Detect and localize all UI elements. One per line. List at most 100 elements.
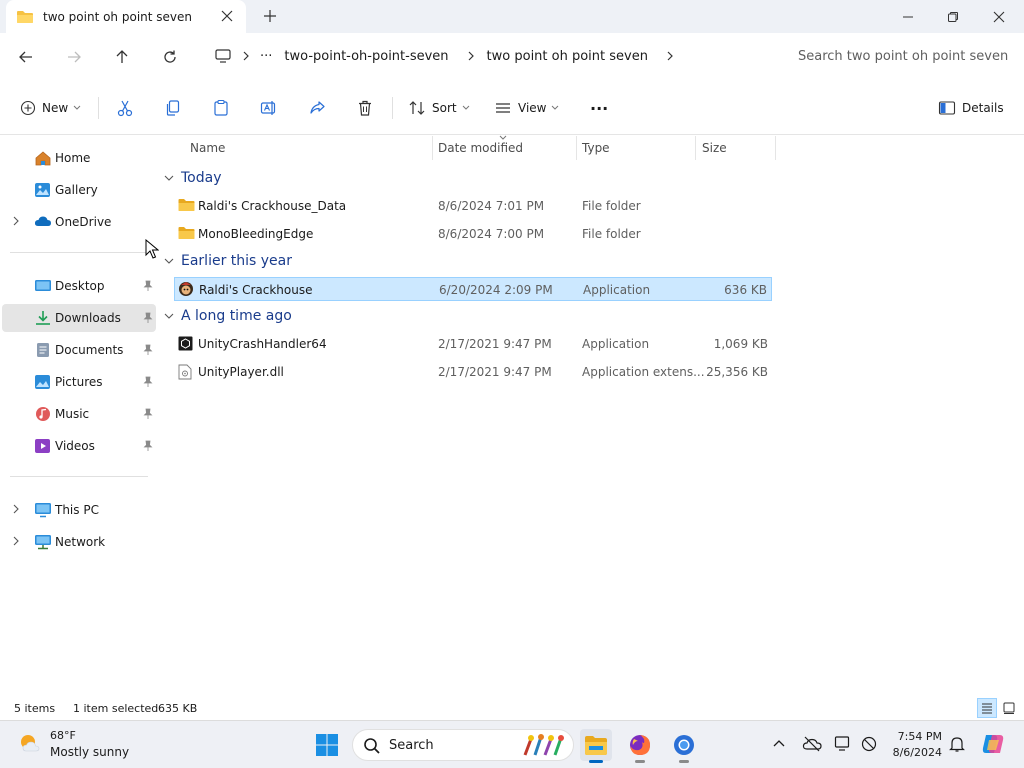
column-divider[interactable] bbox=[432, 136, 433, 160]
pin-icon[interactable] bbox=[143, 344, 153, 356]
item-count: 5 items bbox=[14, 702, 56, 715]
minimize-icon bbox=[903, 16, 913, 18]
file-row[interactable]: UnityPlayer.dll 2/17/2021 9:47 PM Applic… bbox=[174, 360, 772, 384]
close-window-button[interactable] bbox=[976, 6, 1022, 28]
sidebar-item-label: Desktop bbox=[55, 279, 105, 293]
breadcrumb-ellipsis[interactable]: ··· bbox=[260, 49, 272, 64]
close-icon bbox=[993, 11, 1005, 23]
pin-icon[interactable] bbox=[143, 312, 153, 324]
running-indicator bbox=[679, 760, 689, 763]
sidebar-item-videos[interactable]: Videos bbox=[2, 432, 156, 460]
paste-button[interactable] bbox=[212, 95, 230, 121]
sidebar-item-onedrive[interactable]: OneDrive bbox=[2, 208, 156, 236]
monitor-icon[interactable] bbox=[214, 48, 232, 64]
network-status-icon[interactable] bbox=[860, 735, 878, 753]
file-list: Name Date modified Type Size Today Raldi… bbox=[160, 135, 1024, 698]
sidebar-item-this-pc[interactable]: This PC bbox=[2, 496, 156, 524]
windows-logo-icon bbox=[316, 734, 338, 756]
sidebar-item-downloads[interactable]: Downloads bbox=[2, 304, 156, 332]
chevron-right-icon bbox=[243, 51, 249, 61]
group-header-today[interactable]: Today bbox=[164, 166, 222, 190]
breadcrumb[interactable]: ··· two-point-oh-point-seven two point o… bbox=[206, 39, 776, 73]
taskbar-firefox[interactable] bbox=[624, 729, 656, 763]
new-tab-icon[interactable] bbox=[262, 8, 278, 24]
onedrive-offline-icon[interactable] bbox=[802, 735, 822, 753]
arrow-right-icon bbox=[68, 51, 81, 63]
more-options-button[interactable]: ··· bbox=[590, 95, 608, 121]
column-divider[interactable] bbox=[576, 136, 577, 160]
maximize-button[interactable] bbox=[930, 6, 976, 28]
display-icon[interactable] bbox=[834, 735, 852, 753]
column-header-size[interactable]: Size bbox=[702, 136, 727, 160]
new-button[interactable]: New bbox=[20, 95, 81, 121]
file-row[interactable]: UnityCrashHandler64 2/17/2021 9:47 PM Ap… bbox=[174, 332, 772, 356]
sidebar-item-desktop[interactable]: Desktop bbox=[2, 272, 156, 300]
taskbar-file-explorer[interactable] bbox=[580, 729, 612, 763]
sort-button[interactable]: Sort bbox=[408, 95, 470, 121]
group-header-earlier-this-year[interactable]: Earlier this year bbox=[164, 249, 292, 273]
search-input[interactable] bbox=[798, 48, 1018, 64]
copilot-icon[interactable] bbox=[980, 731, 1006, 757]
folder-icon bbox=[178, 227, 195, 239]
address-bar: ··· two-point-oh-point-seven two point o… bbox=[0, 33, 1024, 80]
chevron-right-icon[interactable] bbox=[12, 536, 20, 546]
chevron-up-icon[interactable] bbox=[772, 738, 786, 748]
taskbar-chrome[interactable] bbox=[668, 729, 700, 763]
share-button[interactable] bbox=[308, 95, 326, 121]
file-type: File folder bbox=[582, 199, 641, 213]
details-view-button[interactable] bbox=[977, 698, 997, 718]
pin-icon[interactable] bbox=[143, 376, 153, 388]
back-button[interactable] bbox=[14, 45, 38, 69]
file-row[interactable]: Raldi's Crackhouse_Data 8/6/2024 7:01 PM… bbox=[174, 194, 772, 218]
tab-current[interactable]: two point oh point seven bbox=[6, 0, 246, 33]
scissors-icon bbox=[117, 100, 133, 117]
tiles-view-button[interactable] bbox=[999, 698, 1019, 718]
sidebar-item-pictures[interactable]: Pictures bbox=[2, 368, 156, 396]
sidebar-item-gallery[interactable]: Gallery bbox=[2, 176, 156, 204]
pin-icon[interactable] bbox=[143, 440, 153, 452]
downloads-icon bbox=[36, 311, 50, 325]
breadcrumb-item[interactable]: two point oh point seven bbox=[487, 49, 648, 64]
sidebar-item-network[interactable]: Network bbox=[2, 528, 156, 556]
breadcrumb-item[interactable]: two-point-oh-point-seven bbox=[284, 49, 448, 64]
file-row[interactable]: MonoBleedingEdge 8/6/2024 7:00 PM File f… bbox=[174, 222, 772, 246]
search-box[interactable] bbox=[786, 39, 1024, 73]
details-pane-button[interactable]: Details bbox=[938, 95, 1004, 121]
group-header-a-long-time-ago[interactable]: A long time ago bbox=[164, 304, 292, 328]
sidebar-item-music[interactable]: Music bbox=[2, 400, 156, 428]
file-type: Application bbox=[583, 283, 651, 297]
videos-icon bbox=[35, 439, 50, 453]
pin-icon[interactable] bbox=[143, 280, 153, 292]
up-button[interactable] bbox=[110, 45, 134, 69]
rename-button[interactable] bbox=[260, 95, 278, 121]
sidebar-item-label: Music bbox=[55, 407, 90, 421]
chevron-right-icon[interactable] bbox=[12, 504, 20, 514]
file-type: Application extens... bbox=[582, 365, 705, 379]
chevron-right-icon[interactable] bbox=[12, 216, 20, 226]
minimize-button[interactable] bbox=[885, 6, 931, 28]
system-clock[interactable]: 7:54 PM 8/6/2024 bbox=[888, 729, 942, 761]
column-header-date[interactable]: Date modified bbox=[438, 136, 523, 160]
weather-temperature: 68°F bbox=[50, 729, 76, 742]
close-tab-icon[interactable] bbox=[220, 9, 234, 23]
sidebar-item-home[interactable]: Home bbox=[2, 144, 156, 172]
copy-button[interactable] bbox=[164, 95, 182, 121]
cut-button[interactable] bbox=[116, 95, 134, 121]
taskbar-search[interactable]: Search bbox=[352, 729, 574, 761]
column-header-type[interactable]: Type bbox=[582, 136, 610, 160]
start-button[interactable] bbox=[311, 729, 343, 761]
chevron-right-icon[interactable] bbox=[666, 51, 674, 61]
column-divider[interactable] bbox=[775, 136, 776, 160]
delete-button[interactable] bbox=[356, 95, 374, 121]
refresh-button[interactable] bbox=[158, 45, 182, 69]
weather-widget[interactable]: 68°F Mostly sunny bbox=[16, 729, 129, 759]
file-row-selected[interactable]: Raldi's Crackhouse 6/20/2024 2:09 PM App… bbox=[174, 277, 772, 301]
forward-button[interactable] bbox=[62, 45, 86, 69]
view-button[interactable]: View bbox=[494, 95, 559, 121]
sidebar-item-documents[interactable]: Documents bbox=[2, 336, 156, 364]
pin-icon[interactable] bbox=[143, 408, 153, 420]
notification-bell-icon[interactable] bbox=[948, 735, 966, 753]
column-header-name[interactable]: Name bbox=[190, 136, 225, 160]
column-divider[interactable] bbox=[695, 136, 696, 160]
refresh-icon bbox=[164, 50, 176, 63]
